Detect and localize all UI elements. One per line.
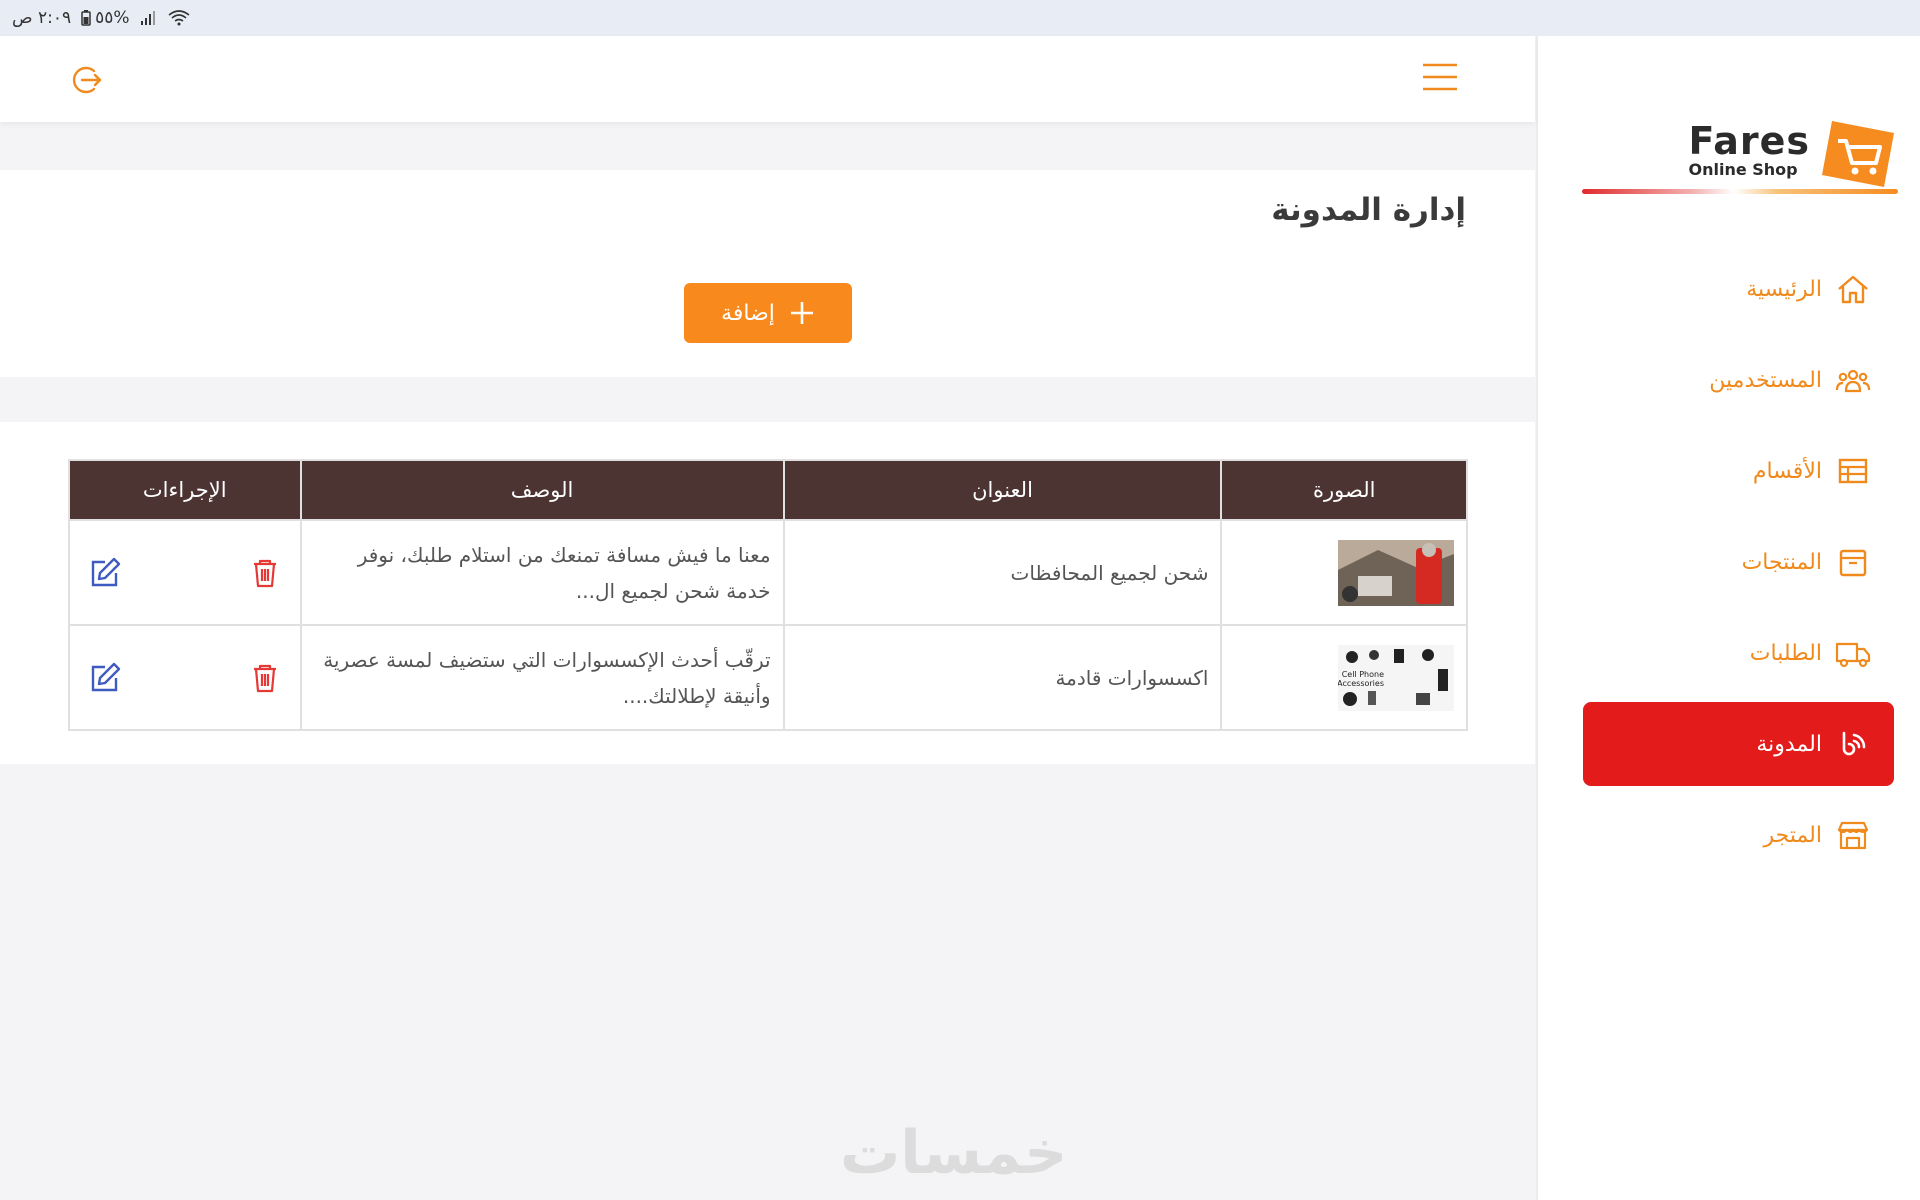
logout-icon[interactable]: [72, 64, 104, 96]
sidebar-item-label: المنتجات: [1741, 549, 1822, 575]
sidebar-item-label: المدونة: [1756, 731, 1822, 757]
delivery-thumbnail[interactable]: [1338, 539, 1454, 606]
column-header-actions: الإجراءات: [68, 459, 302, 521]
sidebar-item-blog[interactable]: المدونة: [1583, 702, 1894, 786]
sidebar-item-label: الطلبات: [1749, 640, 1822, 666]
sidebar-item-label: الأقسام: [1752, 458, 1822, 484]
battery-indicator: ٥٥%: [81, 8, 130, 28]
categories-icon: [1838, 458, 1868, 484]
sidebar-item-label: المتجر: [1763, 822, 1822, 848]
table-row: Cell Phone Accessories اكسسوارات قادمة ت…: [68, 624, 1468, 731]
hamburger-menu-icon[interactable]: [1422, 62, 1458, 92]
status-time: ٢:٠٩ ص: [12, 8, 72, 28]
add-button-label: إضافة: [721, 300, 775, 326]
svg-text:Cell Phone: Cell Phone: [1342, 670, 1384, 679]
actions-cell: [68, 624, 302, 731]
sidebar-item-label: الرئيسية: [1746, 276, 1822, 302]
sidebar-nav: الرئيسية المستخدمين الأقسام المنتجات الط…: [1583, 247, 1894, 884]
page-title: إدارة المدونة: [1271, 192, 1466, 228]
wifi-icon: [168, 10, 190, 26]
sidebar-item-categories[interactable]: الأقسام: [1583, 429, 1894, 513]
table-header-row: الصورة العنوان الوصف الإجراءات: [68, 459, 1468, 521]
svg-text:Accessories: Accessories: [1338, 679, 1384, 688]
sidebar-item-products[interactable]: المنتجات: [1583, 520, 1894, 604]
title-cell: اكسسوارات قادمة: [782, 624, 1223, 731]
sidebar-item-label: المستخدمين: [1709, 367, 1822, 393]
store-icon: [1837, 821, 1869, 850]
signal-icon: [140, 10, 158, 26]
sidebar-item-home[interactable]: الرئيسية: [1583, 247, 1894, 331]
brand-tagline: Online Shop: [1688, 160, 1798, 179]
blog-table: الصورة العنوان الوصف الإجراءات شحن لجميع…: [68, 459, 1468, 731]
home-icon: [1838, 275, 1868, 304]
status-bar: ٢:٠٩ ص ٥٥%: [0, 0, 1920, 36]
description-cell: معنا ما فيش مسافة تمنعك من استلام طلبك، …: [299, 519, 785, 626]
edit-icon[interactable]: [88, 661, 122, 695]
truck-icon: [1835, 642, 1871, 668]
cart-logo-icon: [1822, 121, 1894, 187]
actions-cell: [68, 519, 302, 626]
battery-icon: [81, 10, 91, 26]
edit-icon[interactable]: [88, 556, 122, 590]
blog-table-card: الصورة العنوان الوصف الإجراءات شحن لجميع…: [0, 422, 1535, 764]
column-header-title[interactable]: العنوان: [782, 459, 1223, 521]
column-header-image[interactable]: الصورة: [1220, 459, 1468, 521]
sidebar: Fares Online Shop الرئيسية المستخدمين ال…: [1536, 36, 1920, 1200]
add-button[interactable]: إضافة: [684, 283, 852, 343]
title-cell: شحن لجميع المحافظات: [782, 519, 1223, 626]
delete-icon[interactable]: [248, 556, 282, 590]
image-cell: Cell Phone Accessories: [1220, 624, 1468, 731]
logo-divider: [1582, 189, 1898, 194]
table-row: شحن لجميع المحافظات معنا ما فيش مسافة تم…: [68, 519, 1468, 626]
column-header-description[interactable]: الوصف: [299, 459, 785, 521]
box-icon: [1839, 549, 1867, 577]
page-header-card: إدارة المدونة إضافة: [0, 170, 1535, 377]
plus-icon: [790, 302, 813, 324]
accessories-thumbnail[interactable]: Cell Phone Accessories: [1338, 644, 1454, 711]
delete-icon[interactable]: [248, 661, 282, 695]
sidebar-item-store[interactable]: المتجر: [1583, 793, 1894, 877]
blog-icon: [1842, 731, 1866, 756]
brand-name: Fares: [1688, 119, 1810, 163]
sidebar-item-users[interactable]: المستخدمين: [1583, 338, 1894, 422]
sidebar-item-orders[interactable]: الطلبات: [1583, 611, 1894, 695]
image-cell: [1220, 519, 1468, 626]
description-cell: ترقّب أحدث الإكسسوارات التي ستضيف لمسة ع…: [299, 624, 785, 731]
battery-level: ٥٥%: [95, 8, 130, 28]
watermark: خمسات: [840, 1118, 1068, 1188]
users-icon: [1835, 369, 1871, 393]
top-bar: [0, 36, 1535, 122]
